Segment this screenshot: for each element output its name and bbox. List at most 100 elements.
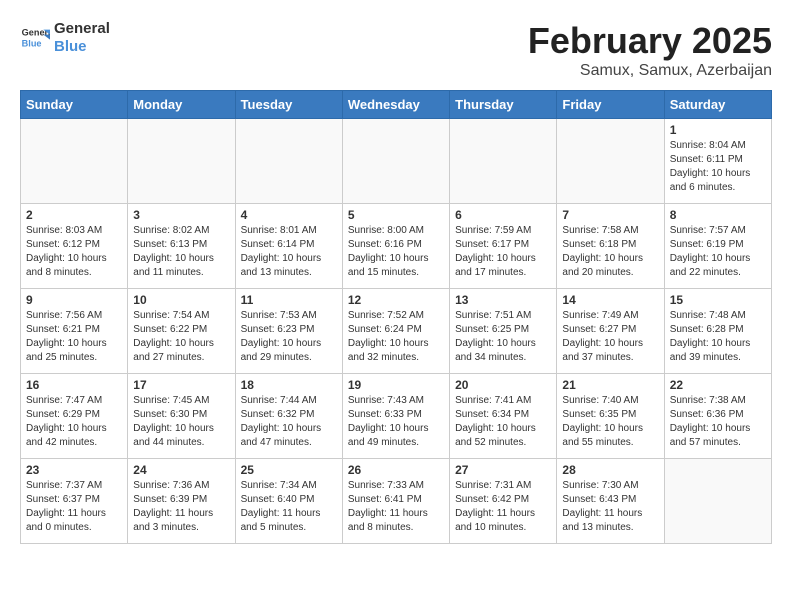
- day-number: 19: [348, 378, 444, 392]
- day-info: Sunrise: 7:49 AM Sunset: 6:27 PM Dayligh…: [562, 309, 658, 365]
- day-number: 6: [455, 208, 551, 222]
- calendar-cell: 15 Sunrise: 7:48 AM Sunset: 6:28 PM Dayli…: [664, 289, 771, 374]
- calendar-cell: 19 Sunrise: 7:43 AM Sunset: 6:33 PM Dayli…: [342, 374, 449, 459]
- day-number: 10: [133, 293, 229, 307]
- calendar-cell: 11 Sunrise: 7:53 AM Sunset: 6:23 PM Dayli…: [235, 289, 342, 374]
- day-info: Sunrise: 7:30 AM Sunset: 6:43 PM Dayligh…: [562, 479, 658, 535]
- svg-text:Blue: Blue: [22, 38, 42, 48]
- calendar-cell: 7Sunrise: 7:58 AM Sunset: 6:18 PM Daylig…: [557, 204, 664, 289]
- calendar-subtitle: Samux, Samux, Azerbaijan: [528, 62, 772, 80]
- day-number: 22: [670, 378, 766, 392]
- day-number: 11: [241, 293, 337, 307]
- day-info: Sunrise: 7:53 AM Sunset: 6:23 PM Dayligh…: [241, 309, 337, 365]
- week-row-1: 1 Sunrise: 8:04 AM Sunset: 6:11 PM Daylig…: [21, 119, 772, 204]
- day-number: 15: [670, 293, 766, 307]
- calendar-cell: 16 Sunrise: 7:47 AM Sunset: 6:29 PM Dayli…: [21, 374, 128, 459]
- logo: General Blue General Blue: [20, 20, 110, 56]
- day-info: Sunrise: 7:40 AM Sunset: 6:35 PM Dayligh…: [562, 394, 658, 450]
- calendar-cell: 14 Sunrise: 7:49 AM Sunset: 6:27 PM Dayli…: [557, 289, 664, 374]
- day-info: Sunrise: 7:36 AM Sunset: 6:39 PM Dayligh…: [133, 479, 229, 535]
- day-info: Sunrise: 7:47 AM Sunset: 6:29 PM Dayligh…: [26, 394, 122, 450]
- day-number: 27: [455, 463, 551, 477]
- weekday-header-monday: Monday: [128, 91, 235, 119]
- weekday-header-wednesday: Wednesday: [342, 91, 449, 119]
- calendar-cell: 20 Sunrise: 7:41 AM Sunset: 6:34 PM Dayli…: [450, 374, 557, 459]
- calendar-cell: [450, 119, 557, 204]
- day-number: 7: [562, 208, 658, 222]
- calendar-cell: 12 Sunrise: 7:52 AM Sunset: 6:24 PM Dayli…: [342, 289, 449, 374]
- calendar-cell: 22 Sunrise: 7:38 AM Sunset: 6:36 PM Dayli…: [664, 374, 771, 459]
- day-info: Sunrise: 7:37 AM Sunset: 6:37 PM Dayligh…: [26, 479, 122, 535]
- week-row-3: 9Sunrise: 7:56 AM Sunset: 6:21 PM Daylig…: [21, 289, 772, 374]
- day-number: 24: [133, 463, 229, 477]
- day-number: 9: [26, 293, 122, 307]
- week-row-5: 23 Sunrise: 7:37 AM Sunset: 6:37 PM Dayli…: [21, 459, 772, 544]
- calendar-cell: 3 Sunrise: 8:02 AM Sunset: 6:13 PM Daylig…: [128, 204, 235, 289]
- day-info: Sunrise: 7:43 AM Sunset: 6:33 PM Dayligh…: [348, 394, 444, 450]
- calendar-table: SundayMondayTuesdayWednesdayThursdayFrid…: [20, 90, 772, 544]
- calendar-cell: 24 Sunrise: 7:36 AM Sunset: 6:39 PM Dayli…: [128, 459, 235, 544]
- day-number: 4: [241, 208, 337, 222]
- calendar-cell: 6Sunrise: 7:59 AM Sunset: 6:17 PM Daylig…: [450, 204, 557, 289]
- week-row-4: 16 Sunrise: 7:47 AM Sunset: 6:29 PM Dayli…: [21, 374, 772, 459]
- calendar-cell: 5Sunrise: 8:00 AM Sunset: 6:16 PM Daylig…: [342, 204, 449, 289]
- day-number: 17: [133, 378, 229, 392]
- weekday-header-saturday: Saturday: [664, 91, 771, 119]
- weekday-header-thursday: Thursday: [450, 91, 557, 119]
- calendar-cell: [235, 119, 342, 204]
- calendar-cell: 26 Sunrise: 7:33 AM Sunset: 6:41 PM Dayli…: [342, 459, 449, 544]
- day-number: 25: [241, 463, 337, 477]
- logo-general: General: [54, 20, 110, 38]
- day-number: 28: [562, 463, 658, 477]
- day-number: 13: [455, 293, 551, 307]
- weekday-header-sunday: Sunday: [21, 91, 128, 119]
- day-number: 14: [562, 293, 658, 307]
- calendar-cell: 28 Sunrise: 7:30 AM Sunset: 6:43 PM Dayli…: [557, 459, 664, 544]
- calendar-cell: 8 Sunrise: 7:57 AM Sunset: 6:19 PM Daylig…: [664, 204, 771, 289]
- day-info: Sunrise: 8:04 AM Sunset: 6:11 PM Dayligh…: [670, 139, 766, 195]
- day-number: 26: [348, 463, 444, 477]
- calendar-cell: 23 Sunrise: 7:37 AM Sunset: 6:37 PM Dayli…: [21, 459, 128, 544]
- calendar-cell: [128, 119, 235, 204]
- day-number: 20: [455, 378, 551, 392]
- week-row-2: 2 Sunrise: 8:03 AM Sunset: 6:12 PM Daylig…: [21, 204, 772, 289]
- day-info: Sunrise: 7:33 AM Sunset: 6:41 PM Dayligh…: [348, 479, 444, 535]
- calendar-cell: 1 Sunrise: 8:04 AM Sunset: 6:11 PM Daylig…: [664, 119, 771, 204]
- day-number: 16: [26, 378, 122, 392]
- calendar-cell: 21 Sunrise: 7:40 AM Sunset: 6:35 PM Dayli…: [557, 374, 664, 459]
- day-info: Sunrise: 7:54 AM Sunset: 6:22 PM Dayligh…: [133, 309, 229, 365]
- day-info: Sunrise: 7:38 AM Sunset: 6:36 PM Dayligh…: [670, 394, 766, 450]
- day-info: Sunrise: 8:03 AM Sunset: 6:12 PM Dayligh…: [26, 224, 122, 280]
- day-number: 12: [348, 293, 444, 307]
- day-number: 23: [26, 463, 122, 477]
- day-info: Sunrise: 7:48 AM Sunset: 6:28 PM Dayligh…: [670, 309, 766, 365]
- day-number: 18: [241, 378, 337, 392]
- weekday-header-tuesday: Tuesday: [235, 91, 342, 119]
- day-info: Sunrise: 8:02 AM Sunset: 6:13 PM Dayligh…: [133, 224, 229, 280]
- day-number: 1: [670, 123, 766, 137]
- day-number: 8: [670, 208, 766, 222]
- day-info: Sunrise: 7:52 AM Sunset: 6:24 PM Dayligh…: [348, 309, 444, 365]
- day-info: Sunrise: 7:34 AM Sunset: 6:40 PM Dayligh…: [241, 479, 337, 535]
- day-info: Sunrise: 7:31 AM Sunset: 6:42 PM Dayligh…: [455, 479, 551, 535]
- calendar-cell: 18Sunrise: 7:44 AM Sunset: 6:32 PM Dayli…: [235, 374, 342, 459]
- logo-blue: Blue: [54, 38, 110, 56]
- calendar-cell: [21, 119, 128, 204]
- day-info: Sunrise: 7:57 AM Sunset: 6:19 PM Dayligh…: [670, 224, 766, 280]
- calendar-cell: 27 Sunrise: 7:31 AM Sunset: 6:42 PM Dayli…: [450, 459, 557, 544]
- day-info: Sunrise: 8:01 AM Sunset: 6:14 PM Dayligh…: [241, 224, 337, 280]
- day-number: 2: [26, 208, 122, 222]
- calendar-cell: 9Sunrise: 7:56 AM Sunset: 6:21 PM Daylig…: [21, 289, 128, 374]
- calendar-cell: 25 Sunrise: 7:34 AM Sunset: 6:40 PM Dayli…: [235, 459, 342, 544]
- day-info: Sunrise: 7:41 AM Sunset: 6:34 PM Dayligh…: [455, 394, 551, 450]
- calendar-cell: 2 Sunrise: 8:03 AM Sunset: 6:12 PM Daylig…: [21, 204, 128, 289]
- calendar-title: February 2025: [528, 20, 772, 62]
- title-section: February 2025 Samux, Samux, Azerbaijan: [528, 20, 772, 80]
- calendar-cell: 17Sunrise: 7:45 AM Sunset: 6:30 PM Dayli…: [128, 374, 235, 459]
- day-number: 3: [133, 208, 229, 222]
- day-info: Sunrise: 8:00 AM Sunset: 6:16 PM Dayligh…: [348, 224, 444, 280]
- calendar-cell: 10 Sunrise: 7:54 AM Sunset: 6:22 PM Dayli…: [128, 289, 235, 374]
- calendar-cell: 13Sunrise: 7:51 AM Sunset: 6:25 PM Dayli…: [450, 289, 557, 374]
- day-number: 21: [562, 378, 658, 392]
- calendar-cell: [664, 459, 771, 544]
